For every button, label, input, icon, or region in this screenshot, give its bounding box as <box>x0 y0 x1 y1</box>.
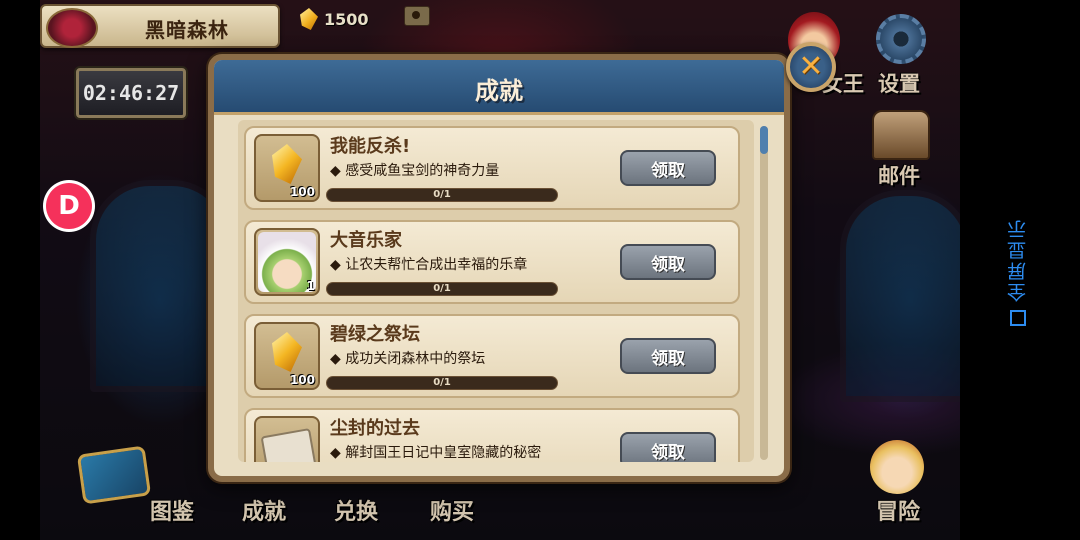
progress-text: 0/1 <box>433 377 451 388</box>
gem-icon <box>272 144 302 184</box>
progress-bar: 0/1 <box>326 376 558 390</box>
dialog-overlay: 成就 100 我能反杀! ◆ 感受咸鱼宝剑的神奇力量 0/1 领取 1 大音乐家… <box>40 0 960 540</box>
achievement-item: 100 碧绿之祭坛 ◆ 成功关闭森林中的祭坛 0/1 领取 <box>244 314 740 398</box>
claim-button[interactable]: 领取 <box>620 432 716 462</box>
achievements-dialog: 成就 100 我能反杀! ◆ 感受咸鱼宝剑的神奇力量 0/1 领取 1 大音乐家… <box>208 54 790 482</box>
achievement-title: 尘封的过去 <box>330 418 420 439</box>
achievement-title: 碧绿之祭坛 <box>330 324 420 345</box>
expand-icon[interactable] <box>1010 310 1026 326</box>
reward-count: 100 <box>289 373 315 387</box>
reward-slot: 100 <box>254 322 320 390</box>
game-screen: 黑暗森林 1500 02:46:27 女王 设置 邮件 图鉴 成就 兑换 购买 … <box>40 0 960 540</box>
fullscreen-toggle[interactable]: 全屏显示 <box>1004 206 1038 336</box>
close-icon: ✕ <box>798 49 824 84</box>
progress-bar: 0/1 <box>326 188 558 202</box>
achievement-item: 尘封的过去 ◆ 解封国王日记中皇室隐藏的秘密 领取 <box>244 408 740 462</box>
achievement-description: ◆ 让农夫帮忙合成出幸福的乐章 <box>330 257 528 273</box>
achievement-description: ◆ 成功关闭森林中的祭坛 <box>330 351 486 367</box>
achievement-list[interactable]: 100 我能反杀! ◆ 感受咸鱼宝剑的神奇力量 0/1 领取 1 大音乐家 ◆ … <box>238 120 754 462</box>
gem-icon <box>272 332 302 372</box>
achievement-title: 大音乐家 <box>330 230 402 251</box>
achievement-description: ◆ 感受咸鱼宝剑的神奇力量 <box>330 163 500 179</box>
close-button[interactable]: ✕ <box>786 42 836 92</box>
list-scrollbar[interactable] <box>760 126 768 460</box>
achievement-description: ◆ 解封国王日记中皇室隐藏的秘密 <box>330 445 542 461</box>
scrollbar-thumb[interactable] <box>760 126 768 154</box>
progress-text: 0/1 <box>433 189 451 200</box>
achievement-item: 1 大音乐家 ◆ 让农夫帮忙合成出幸福的乐章 0/1 领取 <box>244 220 740 304</box>
progress-text: 0/1 <box>433 283 451 294</box>
dialog-title: 成就 <box>475 77 523 105</box>
reward-slot: 100 <box>254 134 320 202</box>
reward-slot: 1 <box>254 228 320 296</box>
d-logo-icon[interactable]: D <box>46 183 92 229</box>
reward-count: 100 <box>289 185 315 199</box>
progress-bar: 0/1 <box>326 282 558 296</box>
achievement-title: 我能反杀! <box>330 136 411 157</box>
dialog-header: 成就 <box>214 60 784 115</box>
reward-slot <box>254 416 320 462</box>
claim-button[interactable]: 领取 <box>620 150 716 186</box>
achievement-item: 100 我能反杀! ◆ 感受咸鱼宝剑的神奇力量 0/1 领取 <box>244 126 740 210</box>
fullscreen-label[interactable]: 全屏显示 <box>1004 206 1031 302</box>
claim-button[interactable]: 领取 <box>620 338 716 374</box>
claim-button[interactable]: 领取 <box>620 244 716 280</box>
reward-count: 1 <box>306 279 315 293</box>
scroll-icon <box>260 427 318 462</box>
